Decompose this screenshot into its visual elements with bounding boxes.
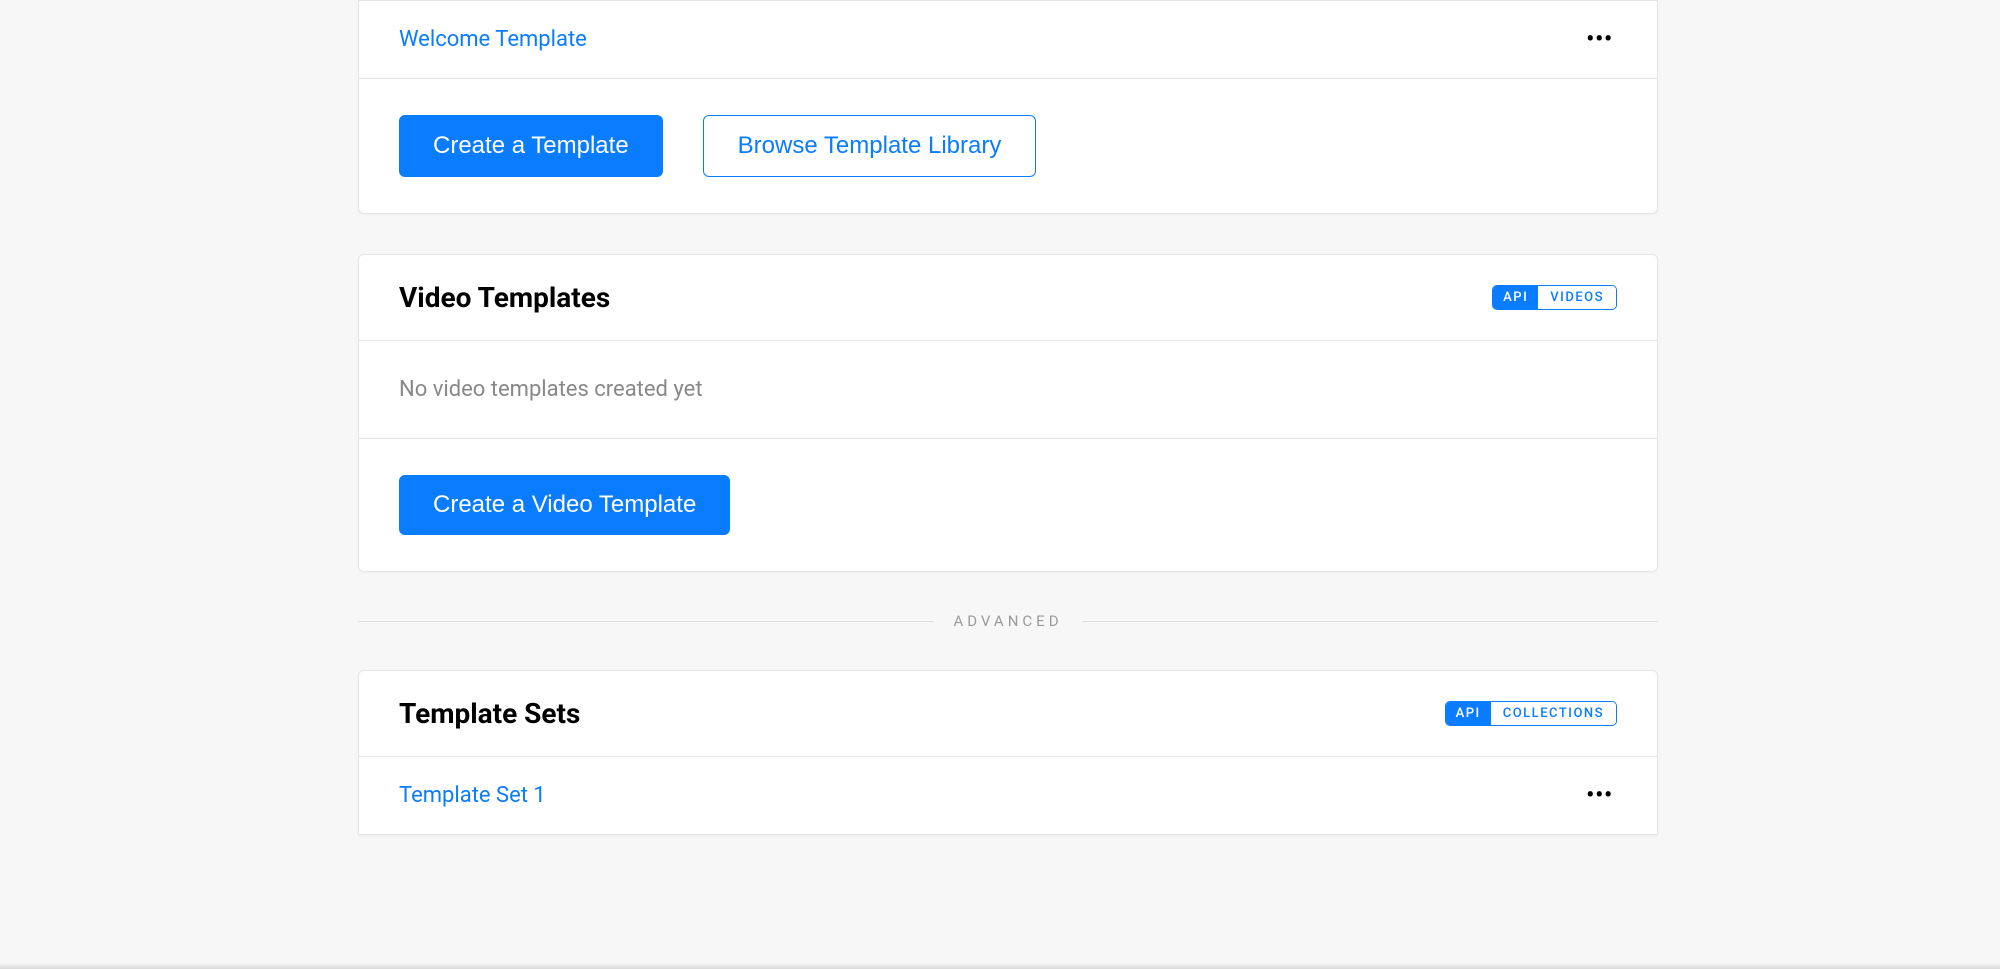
video-templates-title: Video Templates (399, 281, 610, 314)
video-templates-card: Video Templates API VIDEOS No video temp… (358, 254, 1658, 572)
card-footer: Create a Video Template (359, 439, 1657, 571)
advanced-divider: ADVANCED (358, 612, 1658, 630)
badge-collections: COLLECTIONS (1491, 702, 1616, 725)
create-video-template-button[interactable]: Create a Video Template (399, 475, 730, 535)
divider-line-right (1083, 621, 1658, 622)
badge-api: API (1446, 702, 1491, 725)
api-badge-group[interactable]: API COLLECTIONS (1445, 701, 1617, 726)
card-header: Template Sets API COLLECTIONS (359, 671, 1657, 757)
template-sets-card: Template Sets API COLLECTIONS Template S… (358, 670, 1658, 835)
more-icon[interactable]: ••• (1582, 783, 1617, 808)
template-sets-title: Template Sets (399, 697, 580, 730)
template-set-link[interactable]: Template Set 1 (399, 783, 546, 808)
api-badge-group[interactable]: API VIDEOS (1492, 285, 1617, 310)
bottom-shadow (0, 963, 2000, 969)
template-set-row: Template Set 1 ••• (359, 757, 1657, 835)
badge-videos: VIDEOS (1538, 286, 1616, 309)
template-link[interactable]: Welcome Template (399, 27, 587, 52)
image-templates-card: Welcome Template ••• Create a Template B… (358, 0, 1658, 214)
template-row: Welcome Template ••• (359, 0, 1657, 79)
create-template-button[interactable]: Create a Template (399, 115, 663, 177)
empty-state-text: No video templates created yet (399, 377, 703, 402)
browse-template-library-button[interactable]: Browse Template Library (703, 115, 1037, 177)
empty-state-row: No video templates created yet (359, 341, 1657, 439)
card-footer: Create a Template Browse Template Librar… (359, 79, 1657, 213)
card-header: Video Templates API VIDEOS (359, 255, 1657, 341)
divider-line-left (358, 621, 933, 622)
divider-label: ADVANCED (933, 612, 1082, 630)
more-icon[interactable]: ••• (1582, 27, 1617, 52)
badge-api: API (1493, 286, 1538, 309)
